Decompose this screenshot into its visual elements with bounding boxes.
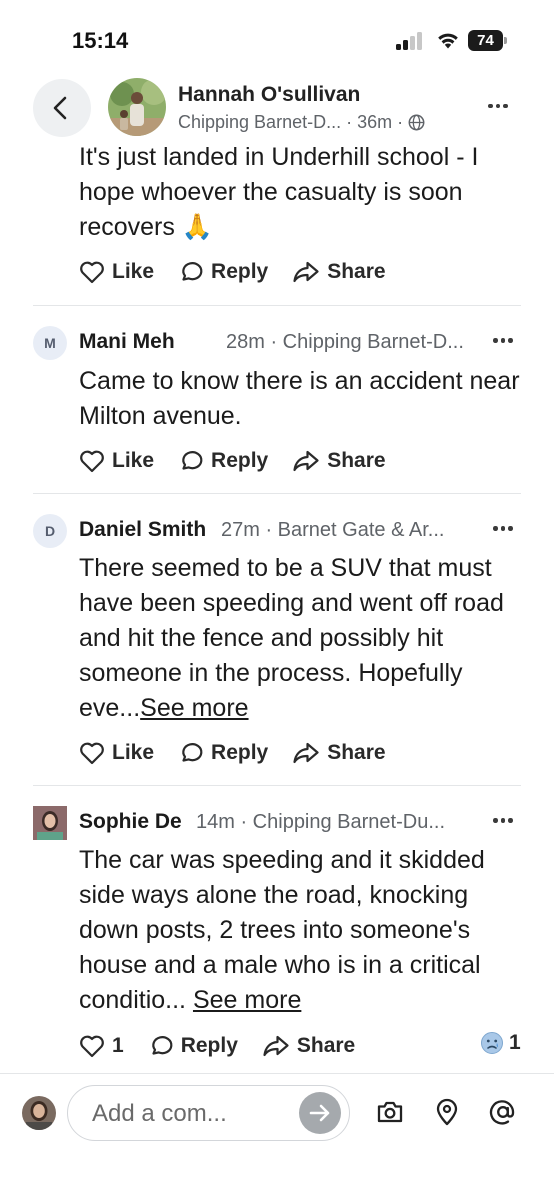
- like-label: Like: [112, 449, 155, 472]
- comment-text: It's just landed in Underhill school - I…: [79, 143, 479, 241]
- heart-icon: [80, 450, 104, 473]
- comment-meta: 28m · Chipping Barnet-D...: [226, 331, 464, 353]
- share-icon: [293, 742, 319, 764]
- like-label: Like: [112, 741, 155, 764]
- globe-icon: [408, 114, 425, 131]
- speech-bubble-icon: [151, 1036, 173, 1055]
- reply-label: Reply: [211, 260, 269, 283]
- share-button[interactable]: Share: [262, 1034, 355, 1058]
- reply-label: Reply: [211, 449, 269, 472]
- comment-more-button[interactable]: [493, 526, 513, 531]
- camera-icon[interactable]: [375, 1097, 405, 1127]
- see-more-link[interactable]: See more: [140, 694, 248, 722]
- location-pin-icon[interactable]: [432, 1097, 462, 1127]
- comment-text: The car was speeding and it skidded side…: [79, 843, 524, 1018]
- reply-button[interactable]: Reply: [178, 449, 268, 473]
- cellular-signal-icon: [396, 32, 424, 50]
- post-location[interactable]: Chipping Barnet-D...: [178, 112, 341, 133]
- at-sign-icon[interactable]: [488, 1097, 518, 1127]
- post-more-button[interactable]: [488, 96, 518, 116]
- comment-text: There seemed to be a SUV that must have …: [79, 551, 524, 726]
- comment-header: Sophie De 14m · Chipping Barnet-Du...: [33, 806, 523, 840]
- reply-label: Reply: [180, 1034, 238, 1057]
- comment-actions: 1 Reply Share: [79, 1031, 379, 1061]
- comment-meta: 14m · Chipping Barnet-Du...: [196, 811, 446, 833]
- divider: [33, 493, 521, 494]
- comment-text: Came to know there is an accident near M…: [79, 367, 520, 430]
- like-button[interactable]: Like: [79, 741, 154, 765]
- comment-meta: 27m · Barnet Gate & Ar...: [221, 519, 445, 541]
- reply-button[interactable]: Reply: [178, 741, 268, 765]
- divider: [33, 305, 521, 306]
- post-author-name[interactable]: Hannah O'sullivan: [178, 83, 360, 107]
- battery-level: 74: [468, 30, 503, 51]
- comment-header: D Daniel Smith 27m · Barnet Gate & Ar...: [33, 514, 523, 548]
- post-meta: Chipping Barnet-D... · 36m ·: [178, 112, 425, 133]
- comment-actions: Like Reply Share: [79, 446, 410, 476]
- share-label: Share: [327, 741, 386, 764]
- status-bar: 15:14 74: [0, 0, 554, 70]
- author-avatar[interactable]: [108, 78, 166, 136]
- comment-input[interactable]: Add a com...: [67, 1085, 350, 1141]
- reply-label: Reply: [211, 741, 269, 764]
- avatar[interactable]: D: [33, 514, 67, 548]
- share-button[interactable]: Share: [292, 449, 386, 473]
- comment-author-name[interactable]: Sophie De: [79, 810, 182, 834]
- arrow-right-icon: [309, 1104, 330, 1122]
- reply-button[interactable]: Reply: [148, 1034, 238, 1058]
- comment-header: M Mani Meh 28m · Chipping Barnet-D...: [33, 326, 523, 360]
- comment-author-name[interactable]: Daniel Smith: [79, 518, 206, 542]
- share-button[interactable]: Share: [292, 260, 386, 284]
- like-button[interactable]: Like: [79, 449, 154, 473]
- comment-author-name[interactable]: Mani Meh: [79, 330, 175, 354]
- speech-bubble-icon: [182, 743, 203, 762]
- like-button[interactable]: 1: [79, 1034, 124, 1058]
- reaction-summary[interactable]: 1: [480, 1031, 521, 1055]
- share-icon: [263, 1035, 289, 1057]
- sad-face-icon: [481, 1032, 503, 1054]
- status-time: 15:14: [72, 28, 129, 53]
- comment-input-placeholder: Add a com...: [92, 1100, 227, 1127]
- divider: [33, 785, 521, 786]
- chevron-left-icon: [53, 96, 67, 120]
- comment-more-button[interactable]: [493, 338, 513, 343]
- reply-button[interactable]: Reply: [178, 260, 268, 284]
- avatar[interactable]: [33, 806, 67, 840]
- see-more-link[interactable]: See more: [193, 986, 301, 1014]
- battery-icon: 74: [468, 30, 508, 51]
- back-button[interactable]: [33, 79, 91, 137]
- heart-icon: [80, 742, 104, 765]
- share-button[interactable]: Share: [292, 741, 386, 765]
- like-button[interactable]: Like: [79, 260, 154, 284]
- post-time: · 36m ·: [346, 112, 404, 132]
- speech-bubble-icon: [182, 262, 203, 281]
- comment-more-button[interactable]: [493, 818, 513, 823]
- share-icon: [293, 450, 319, 472]
- share-label: Share: [327, 260, 386, 283]
- composer-divider: [0, 1073, 554, 1074]
- wifi-icon: [438, 33, 458, 49]
- avatar[interactable]: M: [33, 326, 67, 360]
- share-label: Share: [327, 449, 386, 472]
- comment-actions: Like Reply Share: [79, 738, 410, 768]
- send-button[interactable]: [299, 1092, 341, 1134]
- share-icon: [293, 261, 319, 283]
- heart-icon: [80, 1035, 104, 1058]
- user-avatar[interactable]: [22, 1096, 56, 1130]
- like-count: 1: [112, 1034, 124, 1057]
- speech-bubble-icon: [182, 451, 203, 470]
- like-label: Like: [112, 260, 155, 283]
- heart-icon: [80, 261, 104, 284]
- share-label: Share: [296, 1034, 356, 1057]
- comment-actions: Like Reply Share: [79, 257, 410, 287]
- reaction-count: 1: [509, 1031, 521, 1054]
